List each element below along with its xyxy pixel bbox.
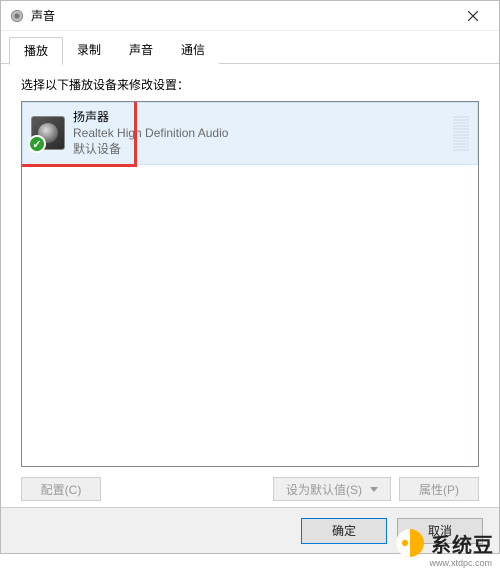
titlebar: 声音 [1,1,499,31]
device-text: 扬声器 Realtek High Definition Audio 默认设备 [73,109,447,158]
configure-button: 配置(C) [21,477,101,501]
tab-recording[interactable]: 录制 [63,37,115,64]
watermark: 系统豆 [395,528,494,558]
tab-playback[interactable]: 播放 [9,37,63,65]
device-list[interactable]: ✓ 扬声器 Realtek High Definition Audio 默认设备 [21,101,479,467]
app-icon [9,8,25,24]
bottom-button-row: 配置(C) 设为默认值(S) 属性(P) [21,477,479,501]
default-check-icon: ✓ [28,135,46,153]
device-status: 默认设备 [73,141,447,157]
ok-button[interactable]: 确定 [301,518,387,544]
device-subtitle: Realtek High Definition Audio [73,125,447,141]
properties-button: 属性(P) [399,477,479,501]
sound-dialog: 声音 播放 录制 声音 通信 选择以下播放设备来修改设置： ✓ 扬声器 Real… [0,0,500,554]
speaker-icon: ✓ [31,116,65,150]
watermark-url: www.xtdpc.com [429,558,492,568]
watermark-label: 系统豆 [431,529,494,558]
tab-communications[interactable]: 通信 [167,37,219,64]
tabbar: 播放 录制 声音 通信 [1,31,499,64]
set-default-button: 设为默认值(S) [273,477,391,501]
device-item-speakers[interactable]: ✓ 扬声器 Realtek High Definition Audio 默认设备 [22,102,478,165]
watermark-logo-icon [395,528,425,558]
window-title: 声音 [31,7,450,24]
level-meter [453,116,469,151]
tab-sounds[interactable]: 声音 [115,37,167,64]
instruction-text: 选择以下播放设备来修改设置： [21,76,479,93]
content-area: 选择以下播放设备来修改设置： ✓ 扬声器 Realtek High Defini… [1,64,499,507]
close-button[interactable] [450,2,495,30]
device-name: 扬声器 [73,109,447,125]
